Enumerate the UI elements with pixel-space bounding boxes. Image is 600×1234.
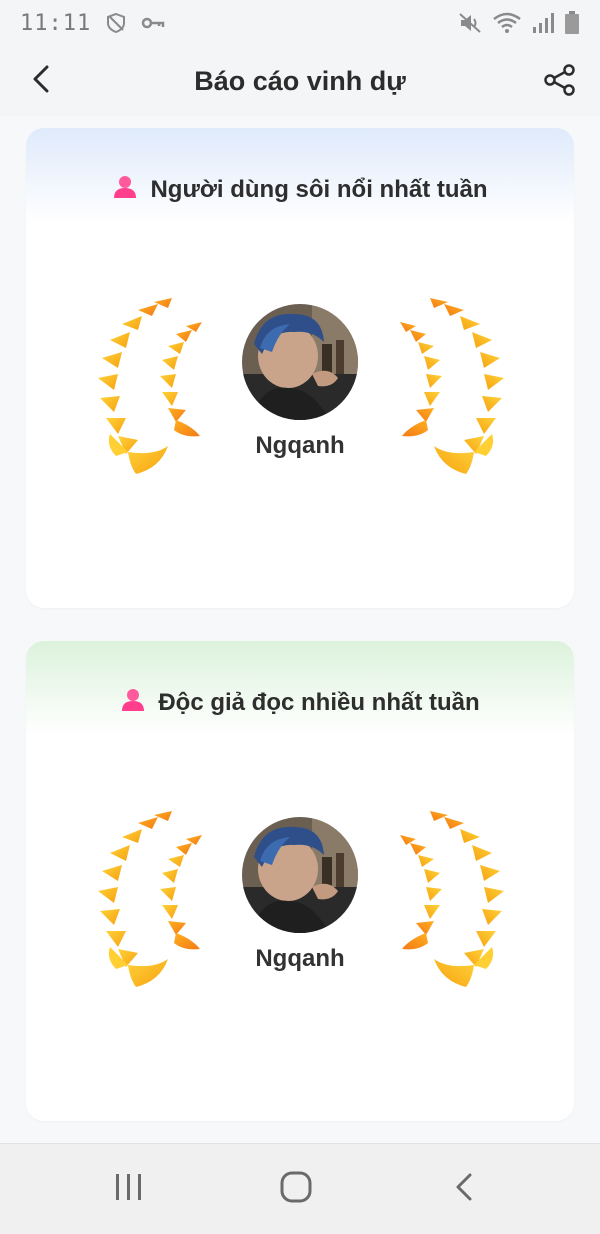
system-nav-bar: [0, 1143, 600, 1234]
shield-off-icon: [105, 12, 127, 34]
card-title: Độc giả đọc nhiều nhất tuần: [158, 688, 480, 716]
recent-apps-icon: [114, 1173, 144, 1206]
avatar[interactable]: [242, 304, 358, 420]
share-button[interactable]: [542, 63, 578, 102]
mute-icon: [458, 12, 482, 34]
page-title: Báo cáo vinh dự: [194, 65, 406, 96]
card-title: Người dùng sôi nổi nhất tuần: [150, 175, 488, 203]
honor-card-most-active: Người dùng sôi nổi nhất tuần Ngqanh: [26, 128, 574, 608]
status-bar: 11:11: [0, 0, 600, 46]
nav-back-button[interactable]: [434, 1166, 494, 1212]
status-right: [458, 11, 580, 35]
app-header: Báo cáo vinh dự: [0, 46, 600, 116]
battery-icon: [564, 11, 580, 35]
user-name[interactable]: Ngqanh: [26, 432, 574, 460]
card-title-row: Độc giả đọc nhiều nhất tuần: [26, 687, 574, 718]
content-area[interactable]: Người dùng sôi nổi nhất tuần Ngqanh Độc …: [0, 116, 600, 1143]
user-icon: [120, 687, 146, 718]
honor-card-top-reader: Độc giả đọc nhiều nhất tuần Ngqanh: [26, 641, 574, 1121]
wifi-icon: [492, 12, 522, 34]
user-name[interactable]: Ngqanh: [26, 945, 574, 973]
share-icon: [543, 63, 577, 102]
home-icon: [280, 1171, 312, 1208]
cell-signal-icon: [532, 12, 554, 34]
status-time: 11:11: [20, 10, 92, 36]
user-icon: [112, 174, 138, 205]
chevron-left-icon: [32, 65, 50, 98]
status-left: 11:11: [20, 11, 165, 36]
back-button[interactable]: [26, 65, 56, 98]
avatar[interactable]: [242, 817, 358, 933]
home-button[interactable]: [266, 1166, 326, 1212]
card-title-row: Người dùng sôi nổi nhất tuần: [26, 174, 574, 205]
back-icon: [454, 1172, 474, 1207]
recent-apps-button[interactable]: [99, 1166, 159, 1212]
vpn-key-icon: [141, 15, 165, 31]
